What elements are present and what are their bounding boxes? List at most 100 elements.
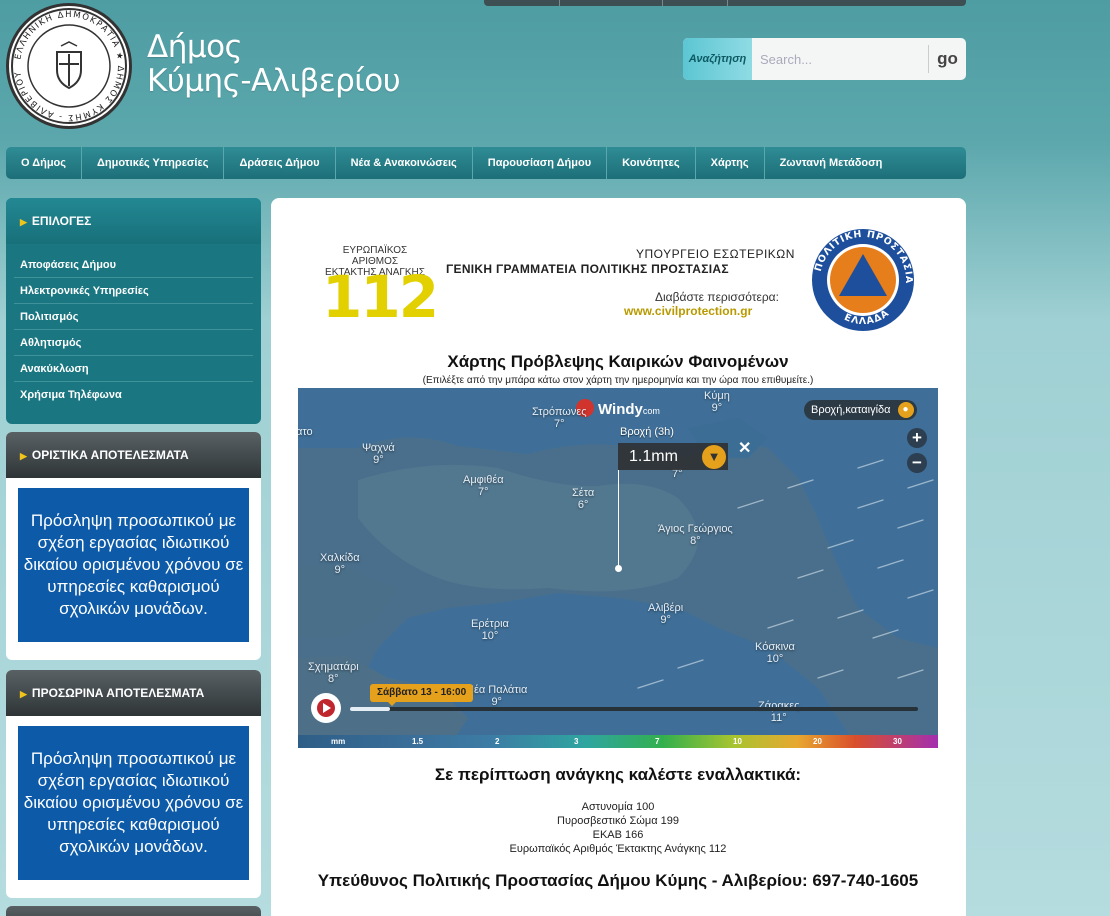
emergency-ekab: ΕΚΑΒ 166 [592,829,644,841]
zoom-in-button[interactable]: + [907,428,927,448]
emergency-title: Σε περίπτωση ανάγκης καλέστε εναλλακτικά… [434,765,802,784]
map-place: ατο [298,426,313,438]
nav-item-communities[interactable]: Κοινότητες [607,147,696,179]
emergency-112: Ευρωπαϊκός Αριθμός Έκτακτης Ανάγκης 112 [509,843,727,855]
layer-selector-button[interactable]: Βροχή,καταιγίδα ● [804,400,917,420]
scale-tick: 2 [495,737,500,746]
top-utility-bar [484,0,966,6]
seal-emblem-icon: ΕΛΛΗΝΙΚΗ ΔΗΜΟΚΡΑΤΙΑ ★ ΔΗΜΟΣ ΚΥΜΗΣ - ΑΛΙΒ… [11,8,127,124]
emergency-fire: Πυροσβεστικό Σώμα 199 [557,815,679,827]
scale-tick: 7 [655,737,660,746]
forecast-popup[interactable]: 1.1mm ▼ [618,443,728,470]
temp-results-title: ΠΡΟΣΩΡΙΝΑ ΑΠΟΤΕΛΕΣΜΑΤΑ [31,686,205,700]
map-place: Ερέτρια 10° [471,618,509,642]
triangle-icon: ▶ [20,689,27,699]
site-title-line2: Κύμης-Αλιβερίου [147,63,401,99]
windy-brand-name: Windy [598,401,643,418]
emergency-police: Αστυνομία 100 [581,801,655,813]
weather-map[interactable]: Windycom Στρόπωνες 7° Κύμη 9° ατο Ψαχνά 9° … [298,388,938,748]
windy-brand[interactable]: Windycom [576,399,660,418]
civil-protection-logo-icon: ΠΟΛΙΤΙΚΗ ΠΡΟΣΤΑΣΙΑ ΕΛΛΑΔΑ [812,229,914,331]
sidebar-item-e-services[interactable]: Ηλεκτρονικές Υπηρεσίες [14,278,253,304]
sidebar-item-sports[interactable]: Αθλητισμός [14,330,253,356]
triangle-icon: ▶ [20,451,27,461]
site-title-line1: Δήμος [147,29,243,65]
civil-protection-contact: Υπεύθυνος Πολιτικής Προστασίας Δήμου Κύμ… [317,871,919,890]
map-place: Νέα Παλάτια 9° [466,684,528,708]
map-title: Χάρτης Πρόβλεψης Καιρικών Φαινομένων [447,352,789,371]
map-place: Σέτα 6° [572,487,595,511]
scale-tick: 1.5 [412,737,424,746]
nav-item-presentation[interactable]: Παρουσίαση Δήμου [473,147,608,179]
popup-location-dot [615,565,622,572]
nav-item-municipality[interactable]: Ο Δήμος [6,147,82,179]
precipitation-scale: mm 1.5 2 3 7 10 20 30 [298,735,938,748]
popup-title: Βροχή (3h) [620,426,674,438]
final-results-link[interactable]: Πρόσληψη προσωπικού με σχέση εργασίας ιδ… [18,488,249,642]
temp-results-link[interactable]: Πρόσληψη προσωπικού με σχέση εργασίας ιδ… [18,726,249,880]
main-navigation: Ο Δήμος Δημοτικές Υπηρεσίες Δράσεις Δήμο… [6,147,966,179]
nav-item-news[interactable]: Νέα & Ανακοινώσεις [336,147,473,179]
final-results-title: ΟΡΙΣΤΙΚΑ ΑΠΟΤΕΛΕΣΜΑΤΑ [31,448,189,462]
ministry-name: ΥΠΟΥΡΓΕΙΟ ΕΣΩΤΕΡΙΚΩΝ [636,247,795,261]
triangle-icon: ▶ [20,217,27,227]
secretariat-name: ΓΕΝΙΚΗ ΓΡΑΜΜΑΤΕΙΑ ΠΟΛΙΤΙΚΗΣ ΠΡΟΣΤΑΣΙΑΣ [446,262,729,276]
nav-item-services[interactable]: Δημοτικές Υπηρεσίες [82,147,225,179]
map-place: Σχηματάρι 8° [308,661,359,685]
scale-tick: 10 [733,737,742,746]
play-button[interactable] [311,693,341,723]
popup-value: 1.1mm [629,448,678,465]
rain-drop-icon: ● [897,402,914,418]
layer-label: Βροχή,καταιγίδα [811,404,891,416]
map-place: Κόσκινα 10° [755,641,795,665]
final-results-header: ▶ ΟΡΙΣΤΙΚΑ ΑΠΟΤΕΛΕΣΜΑΤΑ [6,432,261,478]
temp-results-box: ▶ ΠΡΟΣΩΡΙΝΑ ΑΠΟΤΕΛΕΣΜΑΤΑ Πρόσληψη προσωπι… [6,670,261,898]
options-title: ΕΠΙΛΟΓΕΣ [31,214,92,228]
timeline-time-label[interactable]: Σάββατο 13 - 16:00 [370,684,474,706]
sidebar-item-decisions[interactable]: Αποφάσεις Δήμου [14,252,253,278]
emergency-list: Αστυνομία 100 Πυροσβεστικό Σώμα 199 ΕΚΑΒ… [298,800,938,856]
sidebar-item-culture[interactable]: Πολιτισμός [14,304,253,330]
map-place: Ζάρακες 11° [758,700,800,724]
civil-protection-banner[interactable]: ΕΥΡΩΠΑΪΚΟΣ ΑΡΙΘΜΟΣ ΕΚΤΑΚΤΗΣ ΑΝΑΓΚΗΣ 112 … [318,228,928,338]
windy-brand-suffix: com [642,406,660,416]
sidebar-next-box [6,906,261,916]
options-list: Αποφάσεις Δήμου Ηλεκτρονικές Υπηρεσίες Π… [6,244,261,408]
timeline-progress [350,707,390,711]
options-header: ▶ ΕΠΙΛΟΓΕΣ [6,198,261,244]
search-input[interactable] [760,46,920,72]
emergency-number-112: 112 [322,263,439,331]
read-more-text: Διαβάστε περισσότερα: [655,290,779,304]
search-box: Αναζήτηση go [683,38,966,80]
close-icon[interactable]: ✕ [738,438,751,458]
municipality-seal-logo[interactable]: ΕΛΛΗΝΙΚΗ ΔΗΜΟΚΡΑΤΙΑ ★ ΔΗΜΟΣ ΚΥΜΗΣ - ΑΛΙΒ… [6,3,132,129]
search-go-button[interactable]: go [928,45,966,73]
map-place: Ψαχνά 9° [362,442,395,466]
nav-item-actions[interactable]: Δράσεις Δήμου [224,147,336,179]
site-title[interactable]: Δήμος Κύμης-Αλιβερίου [147,29,401,99]
scale-tick: 20 [813,737,822,746]
search-label: Αναζήτηση [683,38,752,80]
nav-item-live-stream[interactable]: Ζωντανή Μετάδοση [765,147,898,179]
map-place: Χαλκίδα 9° [320,552,360,576]
map-place: Αμφιθέα 7° [463,474,504,498]
final-results-box: ▶ ΟΡΙΣΤΙΚΑ ΑΠΟΤΕΛΕΣΜΑΤΑ Πρόσληψη προσωπικ… [6,432,261,660]
civilprotection-website-link[interactable]: www.civilprotection.gr [624,304,752,318]
nav-item-map[interactable]: Χάρτης [696,147,765,179]
timeline-slider[interactable] [350,707,918,711]
map-place: Αλιβέρι 9° [648,602,684,626]
map-place: Κύμη 9° [704,390,730,414]
map-place: Άγιος Γεώργιος 8° [658,523,733,547]
scale-tick: 30 [893,737,902,746]
zoom-out-button[interactable]: − [907,453,927,473]
scale-tick: 3 [574,737,579,746]
temp-results-header: ▶ ΠΡΟΣΩΡΙΝΑ ΑΠΟΤΕΛΕΣΜΑΤΑ [6,670,261,716]
map-subtitle: (Επιλέξτε από την μπάρα κάτω στον χάρτη … [422,375,814,386]
scale-unit: mm [331,737,346,746]
play-icon [323,703,331,713]
sidebar-item-phones[interactable]: Χρήσιμα Τηλέφωνα [14,382,253,408]
chevron-down-icon[interactable]: ▼ [702,445,726,469]
popup-pointer-line [618,470,619,568]
options-box: ▶ ΕΠΙΛΟΓΕΣ Αποφάσεις Δήμου Ηλεκτρονικές Υ… [6,198,261,424]
sidebar-item-recycling[interactable]: Ανακύκλωση [14,356,253,382]
